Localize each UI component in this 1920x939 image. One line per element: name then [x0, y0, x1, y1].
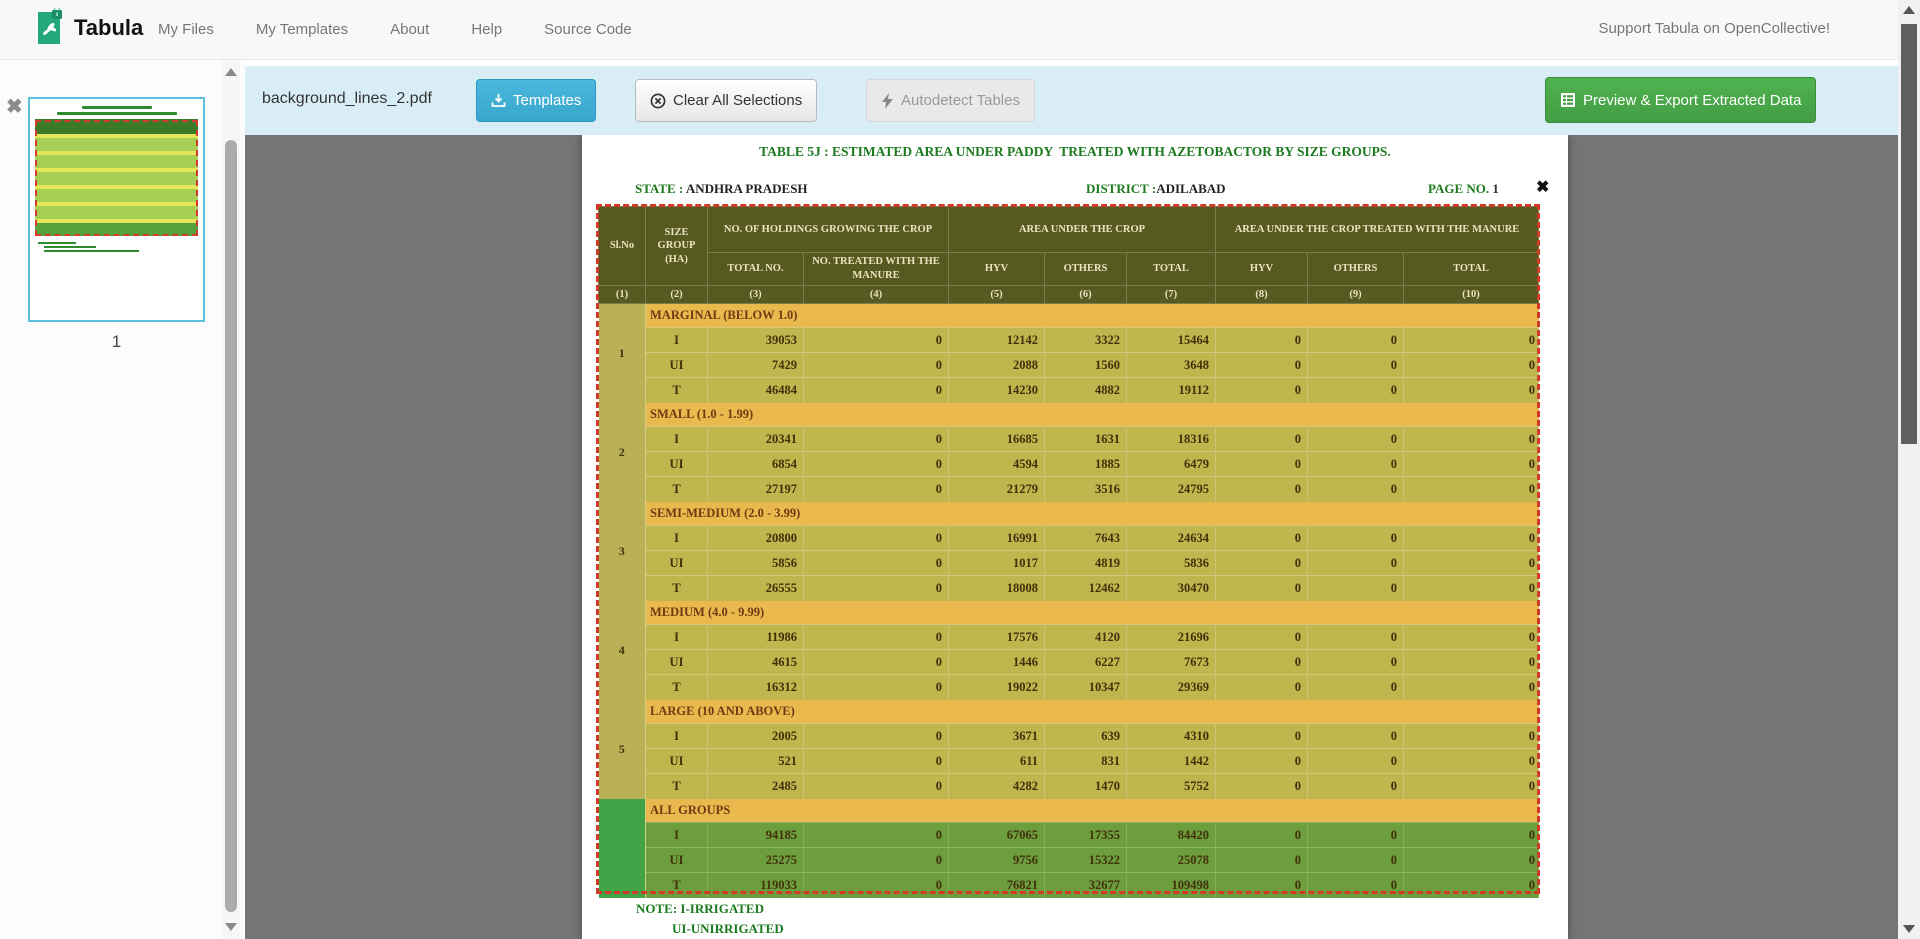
document-title: TABLE 5J : ESTIMATED AREA UNDER PADDY TR… — [582, 144, 1568, 160]
slno-cell — [599, 799, 646, 898]
table-row: I941850670651735584420000 — [599, 823, 1539, 848]
clear-all-selections-button[interactable]: Clear All Selections — [635, 79, 817, 122]
sidebar-scrollbar[interactable] — [222, 60, 240, 939]
table-row: T24850428214705752000 — [599, 774, 1539, 799]
size-group-band: MARGINAL (BELOW 1.0) — [646, 304, 1539, 328]
nav-item-about[interactable]: About — [390, 21, 455, 38]
export-label: Preview & Export Extracted Data — [1583, 92, 1801, 109]
thumb-note-line — [44, 246, 96, 248]
pdf-page[interactable]: TABLE 5J : ESTIMATED AREA UNDER PADDY TR… — [582, 135, 1568, 939]
circled-x-icon — [650, 93, 666, 109]
nav-item-source-code[interactable]: Source Code — [544, 21, 658, 38]
size-group-band: MEDIUM (4.0 - 9.99) — [646, 601, 1539, 625]
page-thumbnail-sidebar: ✖ 1 — [0, 60, 245, 939]
size-group-band: SEMI-MEDIUM (2.0 - 3.99) — [646, 502, 1539, 526]
table-row: UI58560101748195836000 — [599, 551, 1539, 576]
table-row: T163120190221034729369000 — [599, 675, 1539, 700]
thumb-selection-box — [35, 120, 198, 236]
table-row: UI68540459418856479000 — [599, 452, 1539, 477]
note-line-1: NOTE: I-IRRIGATED — [636, 901, 764, 917]
scroll-down-icon[interactable] — [1903, 925, 1915, 933]
table-row: T11903307682132677109498000 — [599, 873, 1539, 898]
thumb-note-line — [38, 242, 76, 244]
size-group-band: ALL GROUPS — [646, 799, 1539, 823]
navbar-links: My Files My Templates About Help Source Code — [158, 0, 674, 59]
window-scrollbar-thumb[interactable] — [1901, 24, 1917, 444]
slno-cell: 1 — [599, 304, 646, 403]
window-scrollbar[interactable] — [1898, 0, 1920, 939]
table-row: T27197021279351624795000 — [599, 477, 1539, 502]
slno-cell: 5 — [599, 700, 646, 799]
selection-close-icon[interactable]: ✖ — [1536, 177, 1549, 197]
table-row: T265550180081246230470000 — [599, 576, 1539, 601]
table-list-icon — [1560, 92, 1576, 108]
size-group-band: SMALL (1.0 - 1.99) — [646, 403, 1539, 427]
brand[interactable]: Tabula — [34, 8, 143, 48]
note-line-2: UI-UNIRRIGATED — [672, 921, 784, 937]
thumbnail-page-number: 1 — [28, 332, 205, 352]
remove-page-icon[interactable]: ✖ — [6, 94, 23, 119]
autodetect-label: Autodetect Tables — [901, 92, 1020, 109]
thumb-note-line — [44, 250, 139, 252]
slno-cell: 4 — [599, 601, 646, 700]
table-row: UI74290208815603648000 — [599, 353, 1539, 378]
thumb-title-line — [82, 106, 152, 109]
nav-item-my-files[interactable]: My Files — [158, 21, 240, 38]
data-table: Sl.NoSIZE GROUP (HA)NO. OF HOLDINGS GROW… — [598, 206, 1539, 898]
table-row: I2005036716394310000 — [599, 724, 1539, 749]
autodetect-tables-button[interactable]: Autodetect Tables — [866, 79, 1035, 122]
page-thumbnail[interactable] — [28, 97, 205, 322]
table-row: UI25275097561532225078000 — [599, 848, 1539, 873]
table-row: T46484014230488219112000 — [599, 378, 1539, 403]
preview-export-button[interactable]: Preview & Export Extracted Data — [1545, 77, 1816, 123]
district-line: DISTRICT :ADILABAD — [1086, 181, 1226, 197]
scroll-up-icon[interactable] — [225, 68, 237, 76]
table-row: I20341016685163118316000 — [599, 427, 1539, 452]
top-navbar: Tabula My Files My Templates About Help Sour… — [0, 0, 1920, 60]
templates-button[interactable]: Templates — [476, 79, 596, 122]
scroll-up-icon[interactable] — [1903, 6, 1915, 14]
table-row: UI52106118311442000 — [599, 749, 1539, 774]
support-link[interactable]: Support Tabula on OpenCollective! — [1598, 20, 1830, 37]
pdf-canvas-area: TABLE 5J : ESTIMATED AREA UNDER PADDY TR… — [245, 135, 1898, 939]
app-title: Tabula — [74, 15, 143, 41]
template-save-icon — [491, 93, 506, 108]
table-row: I11986017576412021696000 — [599, 625, 1539, 650]
nav-item-help[interactable]: Help — [471, 21, 528, 38]
tabula-pdf-logo-icon — [34, 8, 66, 48]
table-row: UI46150144662277673000 — [599, 650, 1539, 675]
state-line: STATE : ANDHRA PRADESH — [635, 181, 808, 197]
lightning-bolt-icon — [881, 93, 894, 109]
page-no-line: PAGE NO. 1 — [1428, 181, 1499, 197]
slno-cell: 3 — [599, 502, 646, 601]
nav-item-my-templates[interactable]: My Templates — [256, 21, 374, 38]
document-filename: background_lines_2.pdf — [262, 90, 432, 108]
scroll-down-icon[interactable] — [225, 923, 237, 931]
slno-cell: 2 — [599, 403, 646, 502]
sidebar-scrollbar-thumb[interactable] — [225, 140, 237, 912]
document-toolbar: background_lines_2.pdf Templates Clear A… — [245, 66, 1898, 135]
templates-label: Templates — [513, 92, 581, 109]
size-group-band: LARGE (10 AND ABOVE) — [646, 700, 1539, 724]
thumb-title-line — [57, 112, 177, 115]
table-row: I20800016991764324634000 — [599, 526, 1539, 551]
table-row: I39053012142332215464000 — [599, 328, 1539, 353]
clear-label: Clear All Selections — [673, 92, 802, 109]
